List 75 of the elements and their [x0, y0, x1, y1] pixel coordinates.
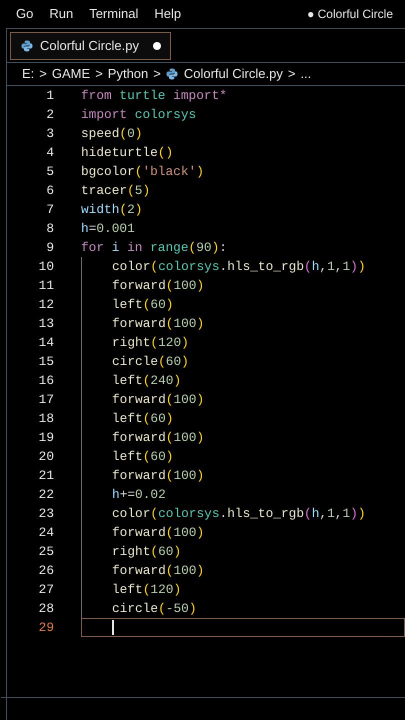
code-line: circle(-50): [111, 600, 196, 618]
code-line: speed(0): [81, 125, 142, 143]
code-line: right(120): [111, 334, 189, 352]
python-icon: [21, 40, 33, 52]
breadcrumb-item[interactable]: Colorful Circle.py: [184, 64, 283, 84]
code-line: forward(100): [111, 562, 204, 580]
line-number: 19: [38, 429, 55, 447]
text-cursor: [112, 620, 114, 635]
breadcrumb-separator: >: [39, 65, 47, 84]
breadcrumb-separator: >: [153, 65, 161, 84]
line-number: 25: [38, 543, 55, 561]
code-line: width(2): [81, 201, 142, 219]
line-number: 4: [45, 144, 55, 162]
line-number: 11: [38, 277, 55, 295]
code-line: left(60): [111, 410, 174, 428]
line-number: 28: [38, 600, 55, 618]
line-number: 26: [38, 562, 55, 580]
line-number: 18: [38, 410, 55, 428]
line-number: 10: [38, 258, 55, 276]
line-number: 24: [38, 524, 55, 542]
code-line: h=0.001: [81, 220, 135, 238]
code-line: import colorsys: [81, 106, 196, 124]
code-line: left(60): [111, 448, 174, 466]
line-number: 8: [45, 220, 55, 238]
code-line: forward(100): [111, 524, 204, 542]
code-line: bgcolor('black'): [81, 163, 204, 181]
code-line: forward(100): [111, 315, 204, 333]
line-number: 12: [38, 296, 55, 314]
code-line: circle(60): [111, 353, 189, 371]
menu-item[interactable]: Run: [49, 4, 74, 24]
code-line: left(60): [111, 296, 174, 314]
breadcrumb-item[interactable]: Python: [108, 64, 148, 84]
code-line: from turtle import*: [81, 87, 227, 105]
code-line: color(colorsys.hls_to_rgb(h,1,1)): [111, 505, 366, 523]
breadcrumb-separator: >: [95, 65, 103, 84]
line-number: 14: [38, 334, 55, 352]
line-number: 23: [38, 505, 55, 523]
line-number: 1: [45, 87, 55, 105]
window-title: ● Colorful Circle: [307, 6, 393, 23]
line-number: 20: [38, 448, 55, 466]
line-number: 7: [45, 201, 55, 219]
code-line: right(60): [111, 543, 182, 561]
menu-item[interactable]: Go: [16, 4, 34, 24]
breadcrumb-separator: >: [288, 65, 296, 84]
code-line: forward(100): [111, 429, 204, 447]
breadcrumb-item[interactable]: E:: [22, 64, 34, 84]
editor-tab[interactable]: Colorful Circle.py: [10, 32, 171, 60]
code-line: forward(100): [111, 467, 204, 485]
code-line: left(120): [111, 581, 182, 599]
breadcrumb-item[interactable]: ...: [300, 64, 312, 84]
code-line: left(240): [111, 372, 182, 390]
line-number: 21: [38, 467, 55, 485]
menu-item[interactable]: Help: [154, 4, 182, 24]
line-number: 5: [45, 163, 55, 181]
code-line: forward(100): [111, 391, 204, 409]
code-line: for i in range(90):: [81, 239, 227, 257]
line-number: 13: [38, 315, 55, 333]
line-number: 15: [38, 353, 55, 371]
breadcrumb-item[interactable]: GAME: [52, 64, 90, 84]
menu-item[interactable]: Terminal: [89, 4, 138, 24]
code-line: tracer(5): [81, 182, 150, 200]
code-line: forward(100): [111, 277, 204, 295]
python-icon: [166, 68, 178, 80]
line-number: 6: [45, 182, 55, 200]
code-line: h+=0.02: [111, 486, 166, 504]
line-number: 9: [45, 239, 55, 257]
code-line: hideturtle(): [81, 144, 174, 162]
line-number: 22: [38, 486, 55, 504]
line-number: 27: [38, 581, 55, 599]
code-line: color(colorsys.hls_to_rgb(h,1,1)): [111, 258, 366, 276]
line-number: 16: [38, 372, 55, 390]
line-number: 2: [45, 106, 55, 124]
line-number: 17: [38, 391, 55, 409]
line-number: 3: [45, 125, 55, 143]
line-number: 29: [38, 619, 55, 637]
